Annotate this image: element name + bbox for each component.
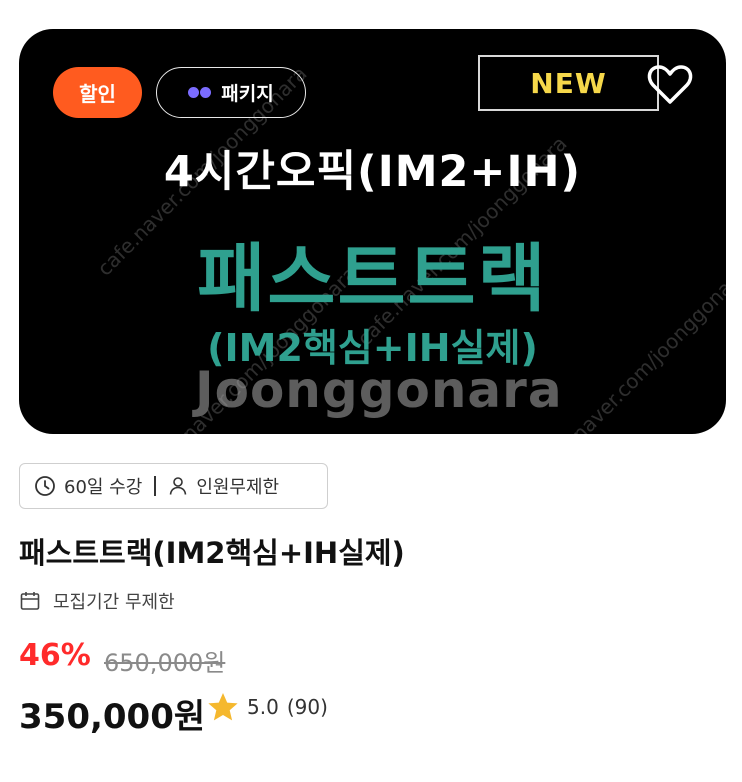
heart-icon[interactable] [647, 63, 693, 105]
package-icon [188, 87, 212, 98]
sale-badge: 할인 [53, 67, 142, 118]
product-thumbnail[interactable]: cafe.naver.com/joonggonara cafe.naver.co… [19, 29, 726, 434]
discount-rate: 46% [19, 638, 91, 673]
rating: 5.0 (90) [207, 692, 328, 722]
duration-text: 60일 수강 [64, 477, 143, 498]
rating-count: (90) [286, 695, 328, 719]
recruit-period: 모집기간 무제한 [19, 588, 175, 614]
sale-price: 350,000원 [19, 697, 206, 737]
original-price: 650,000원 [104, 649, 226, 677]
recruit-period-text: 모집기간 무제한 [53, 592, 175, 613]
product-title[interactable]: 패스트트랙(IM2핵심+IH실제) [19, 530, 405, 572]
clock-icon [35, 476, 55, 496]
new-label-text: NEW [530, 66, 607, 100]
package-badge: 패키지 [156, 67, 306, 118]
banner-title-line2: 패스트트랙 [197, 236, 548, 322]
sale-badge-label: 할인 [79, 82, 116, 106]
banner-title-line1: 4시간오픽(IM2+IH) [163, 147, 582, 197]
capacity-text: 인원무제한 [196, 477, 280, 498]
course-meta-chip: 60일 수강 인원무제한 [19, 463, 328, 509]
person-icon [170, 477, 187, 495]
package-badge-label: 패키지 [221, 83, 274, 105]
star-icon [208, 693, 238, 721]
rating-score: 5.0 [247, 695, 279, 719]
new-label: NEW [478, 55, 659, 111]
calendar-icon [20, 592, 40, 610]
watermark-logo: Joonggonara [195, 361, 563, 419]
divider [154, 476, 157, 496]
